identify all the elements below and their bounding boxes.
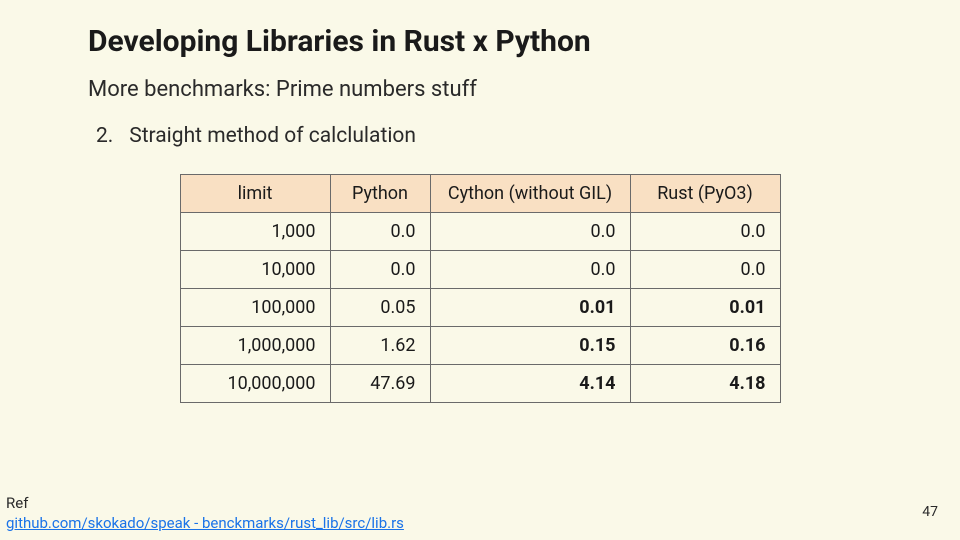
table-cell: 10,000	[180, 251, 330, 289]
table-cell: 1,000,000	[180, 327, 330, 365]
benchmark-table: limit Python Cython (without GIL) Rust (…	[180, 174, 781, 403]
table-cell: 4.18	[630, 365, 780, 403]
table-cell: 4.14	[430, 365, 630, 403]
table-cell: 0.01	[630, 289, 780, 327]
table-cell: 0.01	[430, 289, 630, 327]
table-cell: 0.0	[430, 251, 630, 289]
table-cell: 47.69	[330, 365, 430, 403]
slide-subtitle: More benchmarks: Prime numbers stuff	[88, 77, 872, 102]
table-cell: 0.0	[630, 251, 780, 289]
table-cell: 0.05	[330, 289, 430, 327]
list-item: 2. Straight method of calclulation	[96, 124, 872, 148]
slide-title: Developing Libraries in Rust x Python	[88, 24, 872, 59]
list-number: 2.	[96, 124, 124, 148]
table-cell: 0.16	[630, 327, 780, 365]
page-number: 47	[922, 504, 938, 520]
table-cell: 100,000	[180, 289, 330, 327]
table-cell: 0.0	[430, 213, 630, 251]
table-header: Cython (without GIL)	[430, 175, 630, 213]
table-header: Rust (PyO3)	[630, 175, 780, 213]
table-cell: 0.0	[630, 213, 780, 251]
table-header-row: limit Python Cython (without GIL) Rust (…	[180, 175, 780, 213]
table-cell: 1.62	[330, 327, 430, 365]
table-cell: 10,000,000	[180, 365, 330, 403]
table-cell: 0.0	[330, 213, 430, 251]
table-row: 1,0000.00.00.0	[180, 213, 780, 251]
table-cell: 0.0	[330, 251, 430, 289]
table-row: 1,000,0001.620.150.16	[180, 327, 780, 365]
list-text: Straight method of calclulation	[129, 124, 416, 148]
ref-label: Ref	[6, 494, 404, 512]
table-row: 10,000,00047.694.144.18	[180, 365, 780, 403]
footer: Ref github.com/skokado/speak - benckmark…	[6, 494, 404, 532]
table-header: Python	[330, 175, 430, 213]
table-cell: 1,000	[180, 213, 330, 251]
table-row: 100,0000.050.010.01	[180, 289, 780, 327]
ref-link[interactable]: github.com/skokado/speak - benckmarks/ru…	[6, 514, 404, 532]
table-cell: 0.15	[430, 327, 630, 365]
table-header: limit	[180, 175, 330, 213]
benchmark-table-wrap: limit Python Cython (without GIL) Rust (…	[88, 174, 872, 403]
table-row: 10,0000.00.00.0	[180, 251, 780, 289]
